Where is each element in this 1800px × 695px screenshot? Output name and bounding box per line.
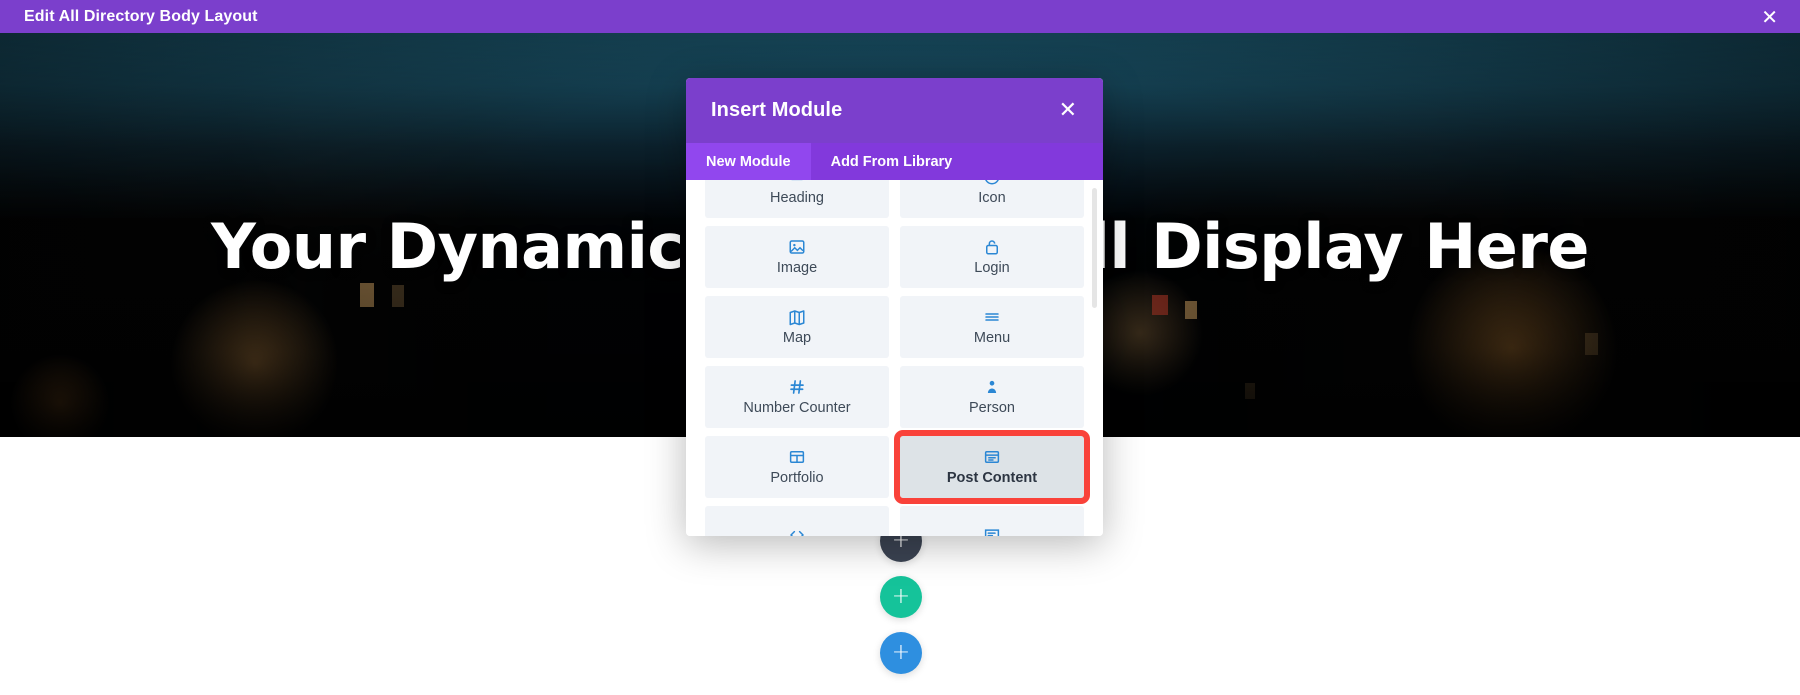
grid-icon	[788, 448, 806, 466]
admin-topbar: Edit All Directory Body Layout ✕	[0, 0, 1800, 33]
module-tile-post-content[interactable]: Post Content	[894, 430, 1090, 504]
module-label: Login	[974, 260, 1010, 277]
module-tile-portfolio[interactable]: Portfolio	[705, 436, 889, 498]
image-icon	[788, 238, 806, 256]
module-label: Image	[776, 260, 818, 277]
module-label: Map	[782, 330, 812, 347]
module-list-scroll-area[interactable]: Heading Icon Image Login Map Menu Number…	[686, 180, 1103, 536]
code-icon	[788, 526, 806, 536]
module-tile-person[interactable]: Person	[900, 366, 1084, 428]
module-label: Person	[969, 400, 1015, 417]
module-label: Icon	[978, 190, 1006, 207]
module-tile-map[interactable]: Map	[705, 296, 889, 358]
module-grid: Heading Icon Image Login Map Menu Number…	[705, 180, 1090, 536]
hash-icon	[788, 378, 806, 396]
tab-add-from-library[interactable]: Add From Library	[810, 143, 973, 180]
tab-label: Add From Library	[830, 153, 953, 170]
modal-scrollbar[interactable]	[1092, 188, 1097, 308]
lock-icon	[983, 238, 1001, 256]
module-tile-comment[interactable]	[900, 506, 1084, 536]
modal-header: Insert Module ✕	[686, 78, 1103, 143]
module-tile-image[interactable]: Image	[705, 226, 889, 288]
add-section-button[interactable]: +	[880, 632, 922, 674]
module-tile-heading[interactable]: Heading	[705, 180, 889, 218]
module-tile-code[interactable]	[705, 506, 889, 536]
tab-label: New Module	[706, 153, 791, 170]
module-tile-number-counter[interactable]: Number Counter	[705, 366, 889, 428]
module-label: Menu	[973, 330, 1011, 347]
modal-tabs: New Module Add From Library	[686, 143, 1103, 180]
person-icon	[983, 378, 1001, 396]
modal-title: Insert Module	[711, 99, 843, 121]
module-tile-icon[interactable]: Icon	[900, 180, 1084, 218]
module-tile-menu[interactable]: Menu	[900, 296, 1084, 358]
comment-icon	[983, 526, 1001, 536]
heading-icon	[788, 180, 806, 186]
hamburger-menu-icon	[983, 308, 1001, 326]
tab-new-module[interactable]: New Module	[686, 143, 811, 180]
post-content-icon	[983, 448, 1001, 466]
module-label: Post Content	[946, 470, 1038, 487]
module-label: Number Counter	[743, 400, 851, 417]
add-row-button[interactable]: +	[880, 576, 922, 618]
module-label: Portfolio	[770, 470, 824, 487]
close-icon[interactable]: ✕	[1059, 99, 1077, 122]
plus-icon: +	[891, 640, 911, 665]
close-icon[interactable]: ✕	[1761, 7, 1778, 27]
icon-circle-icon	[983, 180, 1001, 186]
insert-module-modal: Insert Module ✕ New Module Add From Libr…	[686, 78, 1103, 536]
plus-icon: +	[891, 584, 911, 609]
module-label: Heading	[769, 190, 824, 207]
page-title: Edit All Directory Body Layout	[24, 7, 258, 25]
module-tile-login[interactable]: Login	[900, 226, 1084, 288]
map-icon	[788, 308, 806, 326]
